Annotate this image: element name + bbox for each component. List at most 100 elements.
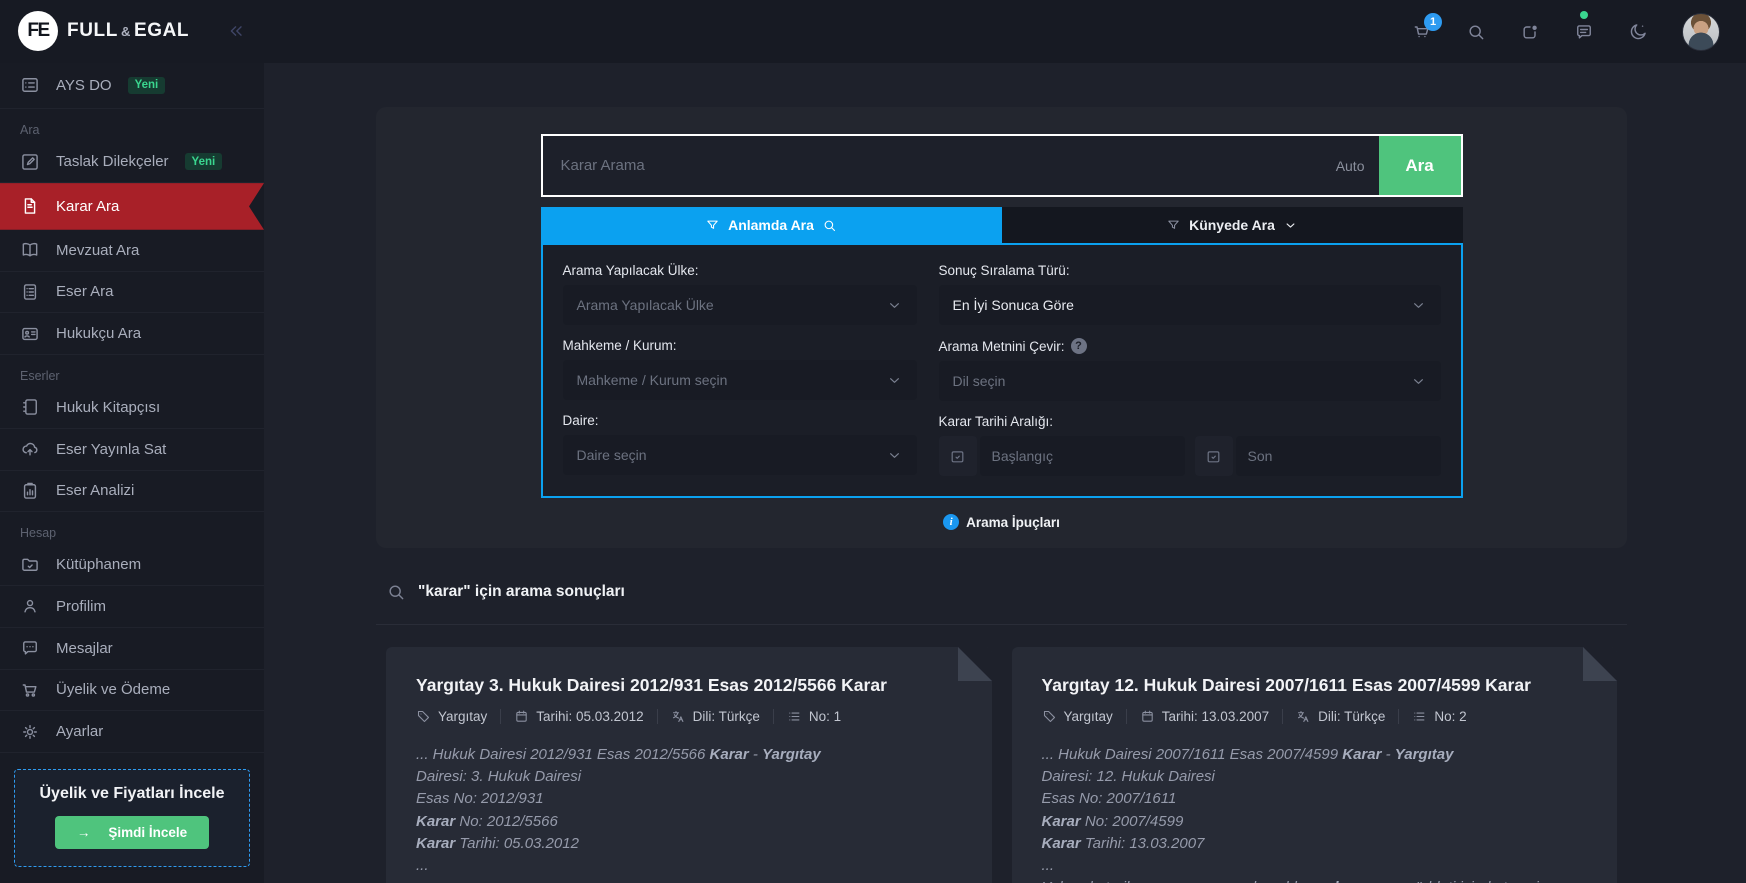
meta-court: Yargıtay: [1042, 709, 1126, 724]
date-start-input[interactable]: [980, 436, 1185, 476]
meta-date: Tarihi: 13.03.2007: [1126, 709, 1282, 724]
meta-text: Yargıtay: [438, 709, 487, 724]
meta-text: No: 2: [1434, 709, 1466, 724]
sidebar-item-ays-do[interactable]: AYS DO Yeni: [0, 63, 264, 110]
calendar-icon[interactable]: [939, 436, 977, 476]
app-root: FE FULL&EGAL AYS DO Yeni Ara Taslak Dile…: [0, 0, 1746, 883]
cart-icon: [20, 680, 40, 700]
sidebar-item-uyelik-ve-odeme[interactable]: Üyelik ve Ödeme: [0, 670, 264, 712]
country-select[interactable]: Arama Yapılacak Ülke: [563, 285, 917, 325]
sidebar-item-kutuphanem[interactable]: Kütüphanem: [0, 544, 264, 586]
sidebar-item-mevzuat-ara[interactable]: Mevzuat Ara: [0, 230, 264, 272]
calendar-icon: [514, 709, 529, 724]
meta-text: Tarihi: 13.03.2007: [1162, 709, 1269, 724]
sidebar-item-label: Karar Ara: [56, 198, 119, 215]
chevron-down-icon: [886, 297, 903, 314]
folder-icon: [20, 555, 40, 575]
tag-icon: [1042, 709, 1057, 724]
chevron-down-icon: [886, 447, 903, 464]
search-input[interactable]: [543, 136, 1336, 195]
search-submit-button[interactable]: Ara: [1379, 136, 1461, 195]
sort-select[interactable]: En İyi Sonuca Göre: [939, 285, 1441, 325]
result-excerpt: ... Hukuk Dairesi 2012/931 Esas 2012/556…: [416, 744, 962, 877]
sidebar-collapse-icon[interactable]: [226, 21, 246, 41]
sidebar-item-hukuk-kitapcisi[interactable]: Hukuk Kitapçısı: [0, 387, 264, 429]
sidebar-item-label: Mesajlar: [56, 640, 113, 657]
date-end-input[interactable]: [1236, 436, 1441, 476]
brand-word2: EGAL: [134, 20, 189, 41]
result-card-2[interactable]: Yargıtay 12. Hukuk Dairesi 2007/1611 Esa…: [1012, 647, 1618, 883]
sidebar-item-label: Mevzuat Ara: [56, 242, 139, 259]
notifications-icon[interactable]: [1520, 22, 1540, 42]
info-icon: i: [943, 514, 959, 530]
messages-icon[interactable]: [1574, 22, 1594, 42]
sidebar-item-eser-ara[interactable]: Eser Ara: [0, 272, 264, 314]
tab-anlamda-ara[interactable]: Anlamda Ara: [541, 207, 1002, 243]
cloud-upload-icon: [20, 439, 40, 459]
gear-icon: [20, 722, 40, 742]
sidebar-item-karar-ara[interactable]: Karar Ara: [0, 183, 264, 230]
sidebar: FE FULL&EGAL AYS DO Yeni Ara Taslak Dile…: [0, 0, 264, 883]
chevron-down-icon: [1410, 373, 1427, 390]
meta-number: No: 1: [773, 709, 854, 724]
chamber-label: Daire:: [563, 413, 917, 428]
document-icon: [20, 196, 40, 216]
meta-text: No: 1: [809, 709, 841, 724]
user-icon: [20, 596, 40, 616]
chamber-select[interactable]: Daire seçin: [563, 435, 917, 475]
help-question-icon[interactable]: ?: [1071, 338, 1087, 354]
checklist-icon: [20, 75, 40, 95]
select-placeholder: Arama Yapılacak Ülke: [577, 297, 886, 313]
tab-label: Anlamda Ara: [728, 217, 814, 233]
topbar: 1: [264, 0, 1746, 63]
brand-logo-icon[interactable]: FE: [18, 11, 58, 51]
sidebar-item-mesajlar[interactable]: Mesajlar: [0, 628, 264, 670]
court-select[interactable]: Mahkeme / Kurum seçin: [563, 360, 917, 400]
meta-number: No: 2: [1398, 709, 1479, 724]
promo-cta-button[interactable]: →Şimdi İncele: [55, 816, 209, 849]
search-panel: Auto Ara Anlamda Ara Künyede Ara: [376, 107, 1627, 548]
sidebar-item-taslak-dilekceler[interactable]: Taslak Dilekçeler Yeni: [0, 141, 264, 183]
date-start-group: [939, 436, 1185, 476]
filter-funnel-icon: [705, 218, 720, 233]
meta-date: Tarihi: 05.03.2012: [500, 709, 656, 724]
search-tips-link[interactable]: i Arama İpuçları: [541, 514, 1463, 530]
dogear-fold-icon: [1583, 647, 1617, 681]
sidebar-section-ara: Ara: [0, 109, 264, 141]
brand-word1: FULL: [67, 20, 118, 41]
chevron-down-icon: [1410, 297, 1427, 314]
sidebar-item-ayarlar[interactable]: Ayarlar: [0, 711, 264, 753]
sidebar-item-eser-analizi[interactable]: Eser Analizi: [0, 471, 264, 513]
chat-icon: [20, 638, 40, 658]
result-excerpt: ... Hukuk Dairesi 2007/1611 Esas 2007/45…: [1042, 744, 1588, 883]
sidebar-item-profilim[interactable]: Profilim: [0, 586, 264, 628]
search-icon: [822, 218, 837, 233]
translate-language-select[interactable]: Dil seçin: [939, 361, 1441, 401]
sidebar-item-hukukcu-ara[interactable]: Hukukçu Ara: [0, 313, 264, 355]
result-cards: Yargıtay 3. Hukuk Dairesi 2012/931 Esas …: [376, 625, 1627, 883]
dark-mode-moon-icon[interactable]: [1628, 22, 1648, 42]
search-icon[interactable]: [1466, 22, 1486, 42]
meta-text: Dili: Türkçe: [693, 709, 760, 724]
translate-icon: [1296, 709, 1311, 724]
brand-name: FULL&EGAL: [67, 20, 189, 42]
notebook-icon: [20, 397, 40, 417]
result-meta: Yargıtay Tarihi: 13.03.2007 Dili: Türkçe…: [1042, 709, 1588, 724]
select-value: En İyi Sonuca Göre: [953, 297, 1410, 313]
yeni-badge: Yeni: [185, 153, 223, 170]
meta-court: Yargıtay: [416, 709, 500, 724]
advanced-filters: Arama Yapılacak Ülke: Arama Yapılacak Ül…: [541, 243, 1463, 498]
meta-text: Tarihi: 05.03.2012: [536, 709, 643, 724]
calendar-icon[interactable]: [1195, 436, 1233, 476]
yeni-badge: Yeni: [128, 77, 166, 94]
arrow-right-icon: →: [77, 825, 91, 840]
sidebar-item-label: Profilim: [56, 598, 106, 615]
result-card-1[interactable]: Yargıtay 3. Hukuk Dairesi 2012/931 Esas …: [386, 647, 992, 883]
cart-icon[interactable]: 1: [1412, 22, 1432, 42]
meta-text: Dili: Türkçe: [1318, 709, 1385, 724]
book-icon: [20, 240, 40, 260]
tab-kunyede-ara[interactable]: Künyede Ara: [1002, 207, 1463, 243]
sidebar-item-eser-yayinla-sat[interactable]: Eser Yayınla Sat: [0, 429, 264, 471]
result-title: Yargıtay 12. Hukuk Dairesi 2007/1611 Esa…: [1042, 675, 1588, 696]
user-avatar[interactable]: [1682, 13, 1720, 51]
